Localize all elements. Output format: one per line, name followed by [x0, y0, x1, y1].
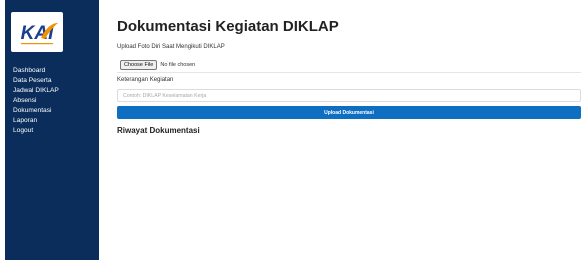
- sidebar-item-dokumentasi[interactable]: Dokumentasi: [13, 106, 59, 116]
- main-content: Dokumentasi Kegiatan DIKLAP Upload Foto …: [117, 0, 584, 260]
- divider: [117, 72, 581, 73]
- upload-photo-label: Upload Foto Diri Saat Mengikuti DIKLAP: [117, 44, 225, 50]
- logo-text: KAI: [21, 23, 54, 44]
- keterangan-input[interactable]: [117, 89, 581, 102]
- page-title: Dokumentasi Kegiatan DIKLAP: [117, 18, 339, 35]
- sidebar: KAI Dashboard Data Peserta Jadwal DIKLAP…: [5, 0, 99, 260]
- sidebar-item-logout[interactable]: Logout: [13, 126, 59, 136]
- sidebar-item-data-peserta[interactable]: Data Peserta: [13, 76, 59, 86]
- sidebar-item-jadwal-diklap[interactable]: Jadwal DIKLAP: [13, 86, 59, 96]
- sidebar-item-laporan[interactable]: Laporan: [13, 116, 59, 126]
- keterangan-label: Keterangan Kegiatan: [117, 77, 174, 83]
- sidebar-nav: Dashboard Data Peserta Jadwal DIKLAP Abs…: [13, 66, 59, 136]
- choose-file-button[interactable]: Choose File: [120, 59, 158, 70]
- kai-logo: KAI: [11, 12, 63, 52]
- history-title: Riwayat Dokumentasi: [117, 126, 200, 135]
- upload-dokumentasi-button[interactable]: Upload Dokumentasi: [117, 106, 581, 119]
- file-status: No file chosen: [160, 61, 196, 68]
- sidebar-item-absensi[interactable]: Absensi: [13, 96, 59, 106]
- file-input[interactable]: Choose File No file chosen: [120, 59, 195, 70]
- sidebar-item-dashboard[interactable]: Dashboard: [13, 66, 59, 76]
